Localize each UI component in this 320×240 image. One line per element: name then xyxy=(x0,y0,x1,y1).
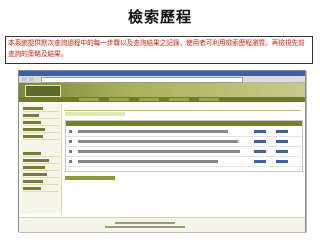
site-banner xyxy=(19,83,305,97)
result-link[interactable] xyxy=(276,140,288,143)
sidebar-item[interactable] xyxy=(23,114,59,119)
table-row xyxy=(66,158,302,167)
row-number xyxy=(69,140,72,143)
history-table xyxy=(65,120,303,172)
slide-title: 檢索歷程 xyxy=(127,8,192,26)
site-footer xyxy=(19,217,305,232)
main-content xyxy=(65,104,303,214)
breadcrumb xyxy=(65,112,125,116)
page-heading xyxy=(65,104,301,111)
result-link[interactable] xyxy=(276,130,288,133)
sidebar-item[interactable] xyxy=(23,173,59,178)
sidebar-item[interactable] xyxy=(23,159,59,164)
view-link[interactable] xyxy=(254,140,266,143)
footer-text xyxy=(105,226,185,228)
table-row xyxy=(66,148,302,157)
row-number xyxy=(69,130,72,133)
back-icon[interactable] xyxy=(22,77,27,81)
query-text xyxy=(78,140,238,143)
browser-screenshot xyxy=(18,70,306,232)
query-text xyxy=(78,160,218,163)
sidebar-item[interactable] xyxy=(23,180,59,185)
forward-icon[interactable] xyxy=(29,77,34,81)
menu-item[interactable] xyxy=(169,98,189,101)
query-text xyxy=(78,150,240,153)
sidebar-item[interactable] xyxy=(23,187,59,192)
menu-item[interactable] xyxy=(109,98,129,101)
row-number xyxy=(69,160,72,163)
menu-item[interactable] xyxy=(139,98,159,101)
table-header xyxy=(66,121,302,126)
footer-text xyxy=(115,222,175,224)
clear-history-link[interactable] xyxy=(65,176,115,180)
sidebar-item[interactable] xyxy=(23,135,59,140)
table-row xyxy=(66,128,302,137)
sidebar xyxy=(21,104,62,214)
description-text: 本系統提供默次查詢過程中的每一步驟以及查詢結果之記錄，使用者可利用檢索歷程瀏覽，… xyxy=(8,39,305,58)
browser-toolbar xyxy=(19,76,305,83)
table-row xyxy=(66,138,302,147)
menu-item[interactable] xyxy=(199,98,219,101)
row-number xyxy=(69,150,72,153)
view-link[interactable] xyxy=(254,160,266,163)
view-link[interactable] xyxy=(254,150,266,153)
menu-item[interactable] xyxy=(79,98,99,101)
sidebar-item[interactable] xyxy=(23,128,59,133)
sidebar-item[interactable] xyxy=(23,152,59,157)
site-menubar xyxy=(19,97,305,102)
description-box: 本系統提供默次查詢過程中的每一步驟以及查詢結果之記錄，使用者可利用檢索歷程瀏覽，… xyxy=(5,36,313,64)
sidebar-item[interactable] xyxy=(23,107,59,112)
sidebar-item[interactable] xyxy=(23,121,59,126)
web-page xyxy=(19,83,305,232)
site-logo xyxy=(25,85,61,97)
result-link[interactable] xyxy=(276,160,288,163)
view-link[interactable] xyxy=(254,130,266,133)
query-text xyxy=(78,130,228,133)
result-link[interactable] xyxy=(276,150,288,153)
sidebar-item[interactable] xyxy=(23,166,59,171)
